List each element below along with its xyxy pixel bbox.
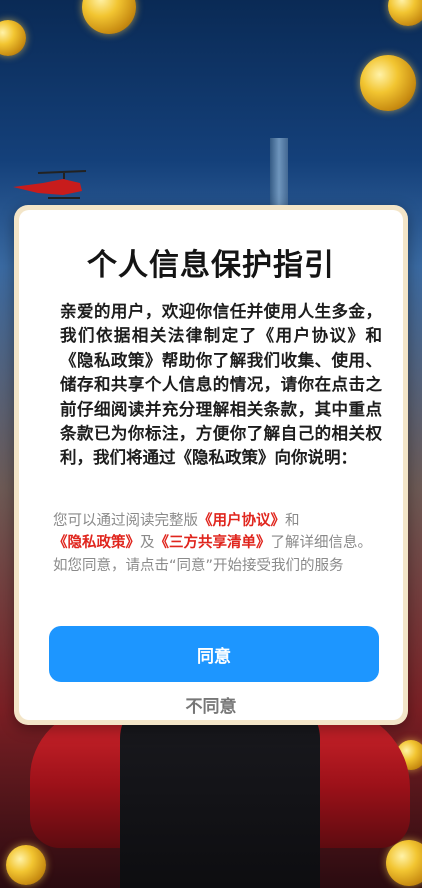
- privacy-dialog: 个人信息保护指引 亲爱的用户，欢迎你信任并使用人生多金，我们依据相关法律制定了《…: [14, 205, 408, 725]
- gold-coin: [82, 0, 136, 34]
- dialog-body-text: 亲爱的用户，欢迎你信任并使用人生多金，我们依据相关法律制定了《用户协议》和《隐私…: [60, 302, 382, 468]
- note-ji: 及: [140, 535, 155, 552]
- dialog-note-text: 您可以通过阅读完整版《用户协议》和《隐私政策》及《三方共享清单》了解详细信息。如…: [53, 510, 383, 577]
- gold-coin: [6, 845, 46, 885]
- note-and: 和: [285, 513, 300, 529]
- agree-button[interactable]: 同意: [49, 626, 379, 682]
- third-party-list-link[interactable]: 《三方共享清单》: [155, 535, 271, 551]
- user-agreement-link[interactable]: 《用户协议》: [198, 513, 285, 529]
- gold-coin: [0, 20, 26, 56]
- gold-coin: [386, 840, 422, 886]
- gold-coin: [388, 0, 422, 26]
- disagree-button[interactable]: 不同意: [19, 692, 403, 717]
- gold-coin: [360, 55, 416, 111]
- suited-person: [120, 698, 320, 888]
- helicopter-icon: [13, 170, 87, 199]
- dialog-panel: 个人信息保护指引 亲爱的用户，欢迎你信任并使用人生多金，我们依据相关法律制定了《…: [19, 210, 403, 720]
- note-prefix: 您可以通过阅读完整版: [53, 513, 198, 529]
- privacy-policy-link[interactable]: 《隐私政策》: [53, 535, 140, 551]
- dialog-title: 个人信息保护指引: [87, 248, 335, 283]
